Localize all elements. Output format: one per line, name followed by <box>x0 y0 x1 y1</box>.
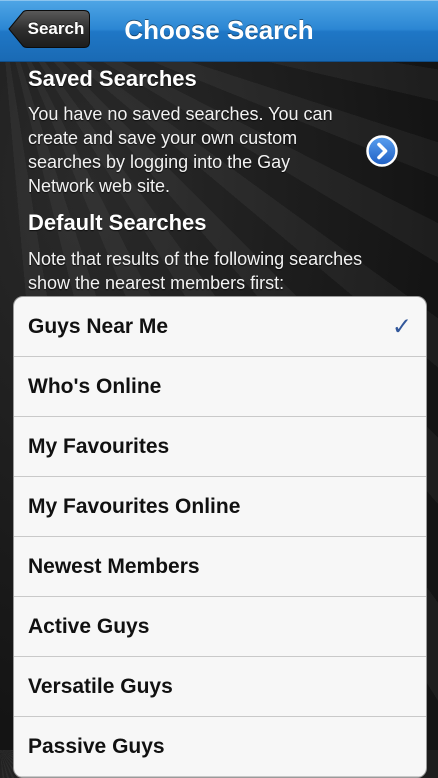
default-searches-description: Note that results of the following searc… <box>28 249 363 293</box>
search-row-guys-near-me[interactable]: Guys Near Me ✓ <box>14 297 426 357</box>
list-item-label: Newest Members <box>28 554 200 578</box>
list-item-label: My Favourites Online <box>28 494 241 518</box>
checkmark-icon: ✓ <box>391 313 412 340</box>
saved-searches-heading: Saved Searches <box>28 66 197 91</box>
list-item-label: My Favourites <box>28 434 170 458</box>
page-title: Choose Search <box>100 0 338 61</box>
list-item-label: Active Guys <box>28 614 150 638</box>
search-row-my-favourites-online[interactable]: My Favourites Online <box>14 477 426 537</box>
search-row-whos-online[interactable]: Who's Online <box>14 357 426 417</box>
search-list: Guys Near Me ✓ Who's Online My Favourite… <box>13 296 427 778</box>
search-row-active-guys[interactable]: Active Guys <box>14 597 426 657</box>
search-row-newest-members[interactable]: Newest Members <box>14 537 426 597</box>
chevron-right-icon[interactable] <box>366 135 398 167</box>
search-row-my-favourites[interactable]: My Favourites <box>14 417 426 477</box>
page-title-text: Choose Search <box>124 15 314 45</box>
saved-searches-description: You have no saved searches. You can crea… <box>28 104 333 196</box>
back-button[interactable]: Search <box>8 10 90 48</box>
list-item-label: Who's Online <box>28 374 162 398</box>
list-item-label: Guys Near Me <box>28 314 169 338</box>
navigation-bar: Search Choose Search <box>0 0 438 62</box>
search-row-versatile-guys[interactable]: Versatile Guys <box>14 657 426 717</box>
list-item-label: Passive Guys <box>28 734 165 758</box>
default-searches-heading: Default Searches <box>28 210 207 235</box>
back-button-label: Search <box>27 19 85 38</box>
list-item-label: Versatile Guys <box>28 674 173 698</box>
search-row-passive-guys[interactable]: Passive Guys <box>14 717 426 777</box>
